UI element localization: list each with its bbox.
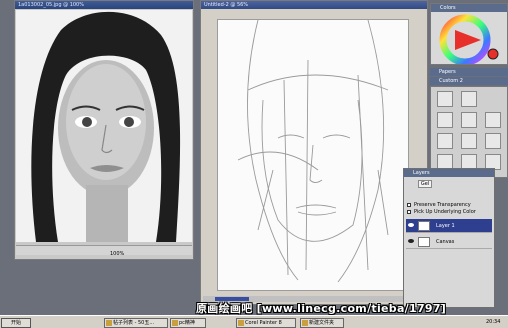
painter-app-icon: [238, 320, 244, 326]
taskbar-item-label: 帖子列表 - 50五...: [113, 320, 155, 326]
windows-taskbar: 开始 帖子列表 - 50五... pc精神 Corel Painter 8 新建…: [0, 315, 508, 328]
taskbar-item-forum[interactable]: 帖子列表 - 50五...: [104, 318, 168, 328]
pick-up-color-checkbox[interactable]: [407, 210, 411, 214]
layer-thumbnail: [418, 237, 430, 247]
start-button[interactable]: 开始: [1, 318, 31, 328]
colors-palette[interactable]: Colors: [430, 3, 508, 65]
layers-composite-tab[interactable]: Gel: [418, 180, 432, 188]
portrait-photo: [16, 10, 192, 242]
layers-palette-title[interactable]: Layers: [404, 169, 494, 177]
folder-icon: [302, 320, 308, 326]
reference-photo: [16, 10, 192, 242]
layers-palette[interactable]: Layers Gel Preserve Transparency Pick Up…: [403, 168, 495, 308]
sketch-lines: [237, 20, 389, 283]
layer-row-active[interactable]: Layer 1: [406, 219, 492, 233]
colors-palette-title[interactable]: Colors: [431, 4, 507, 12]
layer-thumbnail: [418, 221, 430, 231]
layer-row-canvas[interactable]: Canvas: [406, 235, 492, 249]
drawing-canvas[interactable]: [217, 19, 409, 291]
preserve-transparency-checkbox[interactable]: [407, 203, 411, 207]
layer-name: Canvas: [436, 239, 455, 245]
reference-image-window[interactable]: 1a013002_05.jpg @ 100% 100%: [14, 0, 194, 260]
custom-brush-grid[interactable]: [430, 86, 508, 178]
taskbar-item-painter[interactable]: Corel Painter 8: [236, 318, 296, 328]
brush-chalk-icon[interactable]: [461, 91, 477, 107]
reference-zoom-readout: 100%: [110, 251, 125, 257]
brush-yellow-icon[interactable]: [485, 133, 501, 149]
brush-marker-icon[interactable]: [485, 112, 501, 128]
folder-icon: [172, 320, 178, 326]
custom-brush-palette-bar[interactable]: Custom 2: [430, 77, 508, 85]
browser-icon: [106, 320, 112, 326]
layer-name: Layer 1: [436, 223, 455, 229]
system-clock: 20:34: [486, 319, 501, 325]
color-wheel[interactable]: [439, 14, 501, 64]
visibility-eye-icon[interactable]: [408, 239, 414, 243]
brush-pencil-icon[interactable]: [437, 91, 453, 107]
pick-up-color-label: Pick Up Underlying Color: [414, 209, 476, 215]
brush-blender-icon[interactable]: [437, 112, 453, 128]
reference-window-title[interactable]: 1a013002_05.jpg @ 100%: [15, 1, 193, 9]
watermark-text: 原画绘画吧 [www.linecg.com/tieba/1797]: [196, 302, 447, 315]
taskbar-item-label: Corel Painter 8: [245, 320, 282, 326]
brush-pen-icon[interactable]: [437, 133, 453, 149]
taskbar-item-folder[interactable]: 新建文件夹: [300, 318, 344, 328]
papers-palette-bar[interactable]: Papers: [430, 68, 508, 76]
taskbar-item-label: 新建文件夹: [309, 320, 335, 326]
brush-oil-icon[interactable]: [461, 133, 477, 149]
reference-status-bar: [16, 245, 192, 255]
taskbar-item-pc[interactable]: pc精神: [170, 318, 206, 328]
visibility-eye-icon[interactable]: [408, 223, 414, 227]
preserve-transparency-label: Preserve Transparency: [414, 202, 471, 208]
canvas-document-window[interactable]: Untitled-2 @ 56%: [200, 0, 428, 305]
brush-airbrush-icon[interactable]: [461, 112, 477, 128]
canvas-window-title[interactable]: Untitled-2 @ 56%: [201, 1, 427, 9]
taskbar-item-label: pc精神: [179, 320, 195, 326]
